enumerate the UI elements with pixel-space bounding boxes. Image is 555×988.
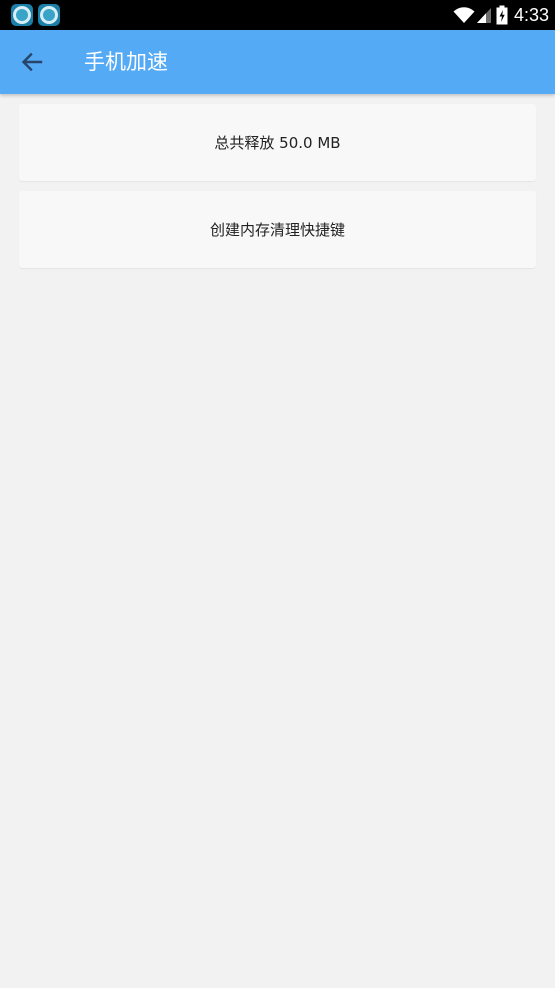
signal-icon xyxy=(476,8,491,23)
create-shortcut-label: 创建内存清理快捷键 xyxy=(209,221,345,239)
create-shortcut-item[interactable]: 创建内存清理快捷键 xyxy=(19,191,536,268)
arrow-left-icon xyxy=(21,52,43,72)
page-title: 手机加速 xyxy=(84,50,168,74)
back-button[interactable] xyxy=(14,44,50,80)
battery-charging-icon xyxy=(496,5,508,25)
app-bar: 手机加速 xyxy=(0,30,555,94)
app-notification-icon xyxy=(11,4,33,26)
memory-released-item[interactable]: 总共释放 50.0 MB xyxy=(19,104,536,181)
wifi-icon xyxy=(453,7,475,23)
memory-released-label: 总共释放 50.0 MB xyxy=(214,134,341,152)
status-bar: 4:33 xyxy=(0,0,555,30)
clock: 4:33 xyxy=(513,5,549,25)
app-notification-icon xyxy=(38,4,60,26)
